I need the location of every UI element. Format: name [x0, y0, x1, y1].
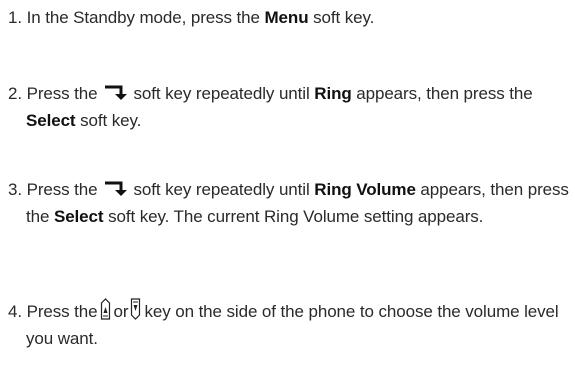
step-text: Press the	[26, 180, 98, 199]
instruction-step-2: 2. Press the soft key repeatedly until Ri…	[8, 80, 575, 134]
step-number: 2.	[8, 84, 22, 103]
menu-softkey-label: Menu	[264, 8, 309, 27]
select-softkey-label: Select	[26, 111, 76, 130]
step-number: 1.	[8, 8, 22, 27]
down-right-arrow-softkey-icon	[104, 85, 130, 101]
step-text: Press the	[26, 302, 98, 321]
instruction-step-3: 3. Press the soft key repeatedly until Ri…	[8, 176, 575, 230]
step-text: soft key repeatedly until	[133, 84, 310, 103]
volume-up-key-icon	[100, 298, 111, 320]
step-text: soft key.	[80, 111, 142, 130]
step-text: or	[113, 302, 129, 321]
step-text: soft key. The current Ring Volume settin…	[108, 207, 484, 226]
step-number: 3.	[8, 180, 22, 199]
step-number: 4.	[8, 302, 22, 321]
ring-volume-menu-label: Ring Volume	[314, 180, 416, 199]
instruction-step-1: 1. In the Standby mode, press the Menu s…	[8, 4, 575, 31]
ring-menu-label: Ring	[314, 84, 352, 103]
instruction-step-4: 4. Press the or key on the side of the pho…	[8, 298, 575, 352]
down-right-arrow-softkey-icon	[104, 181, 130, 197]
step-text: Press the	[26, 84, 98, 103]
step-text: soft key.	[313, 8, 375, 27]
volume-down-key-icon	[130, 298, 141, 320]
select-softkey-label: Select	[53, 207, 104, 226]
step-text: soft key repeatedly until	[133, 180, 310, 199]
step-text: In the Standby mode, press the	[26, 8, 260, 27]
step-text: appears, then press the	[356, 84, 533, 103]
